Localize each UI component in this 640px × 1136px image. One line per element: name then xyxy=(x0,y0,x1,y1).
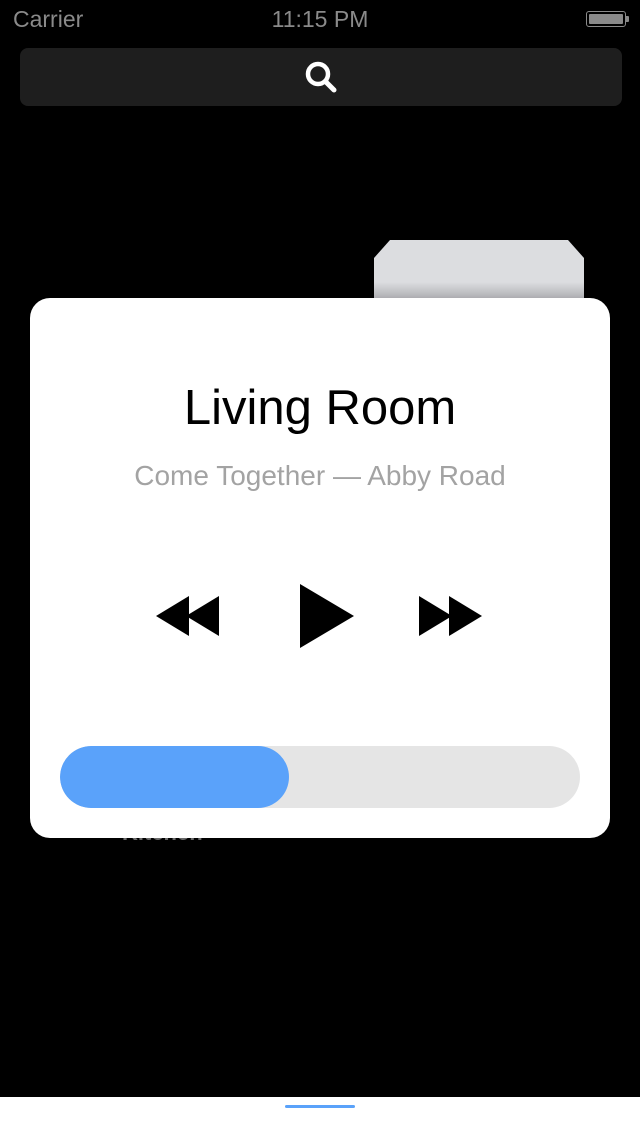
play-icon xyxy=(300,584,354,648)
rewind-button[interactable] xyxy=(156,584,222,648)
search-bar[interactable] xyxy=(20,48,622,106)
room-name: Living Room xyxy=(183,381,457,435)
player-card: Living Room Come Together — Abby Road xyxy=(30,298,610,838)
playback-controls xyxy=(30,584,610,648)
battery-icon xyxy=(586,11,630,29)
play-button[interactable] xyxy=(298,584,356,648)
status-bar: Carrier 11:15 PM xyxy=(0,0,640,40)
fast-forward-icon xyxy=(419,596,482,636)
progress-bar[interactable] xyxy=(60,746,580,808)
tab-indicator[interactable] xyxy=(285,1105,355,1108)
progress-fill xyxy=(60,746,289,808)
rewind-icon xyxy=(156,596,219,636)
bottom-bar xyxy=(0,1097,640,1136)
clock: 11:15 PM xyxy=(271,6,369,32)
battery-level xyxy=(589,14,623,24)
fast-forward-button[interactable] xyxy=(416,584,482,648)
track-info: Come Together — Abby Road xyxy=(134,460,506,491)
search-icon[interactable] xyxy=(304,60,338,94)
